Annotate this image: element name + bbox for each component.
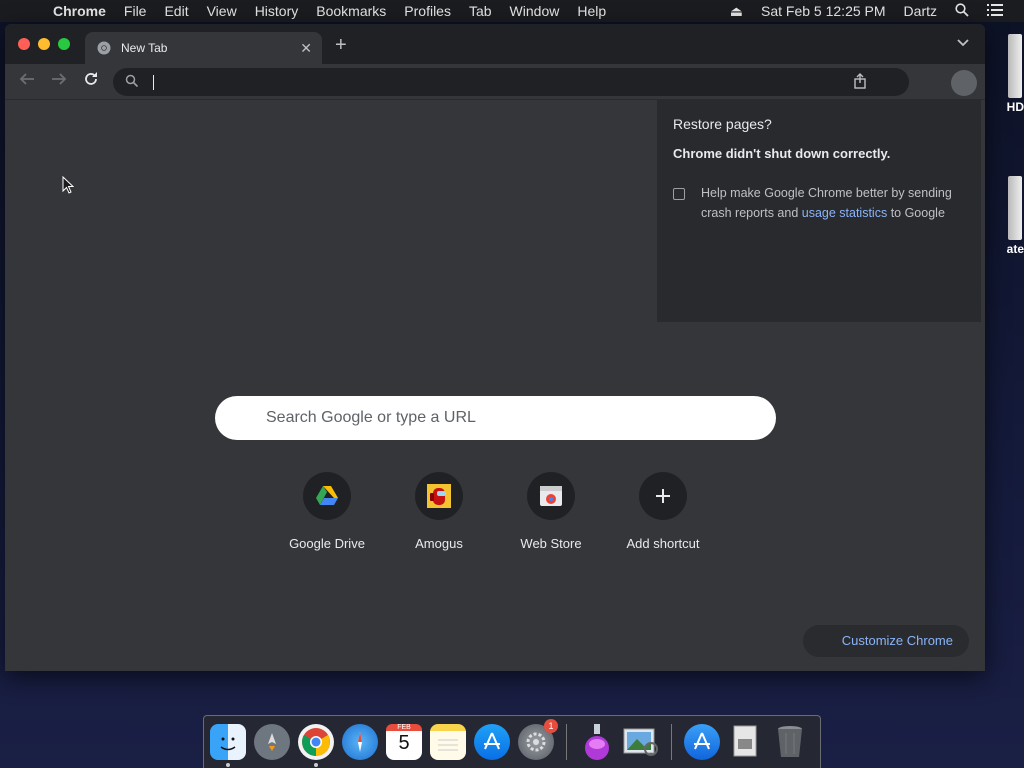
new-tab-button[interactable]: + xyxy=(335,34,347,57)
documents-stack-icon[interactable] xyxy=(728,724,764,760)
chrome-window: New Tab ✕ + Restore pages? Chrome didn't… xyxy=(5,24,985,671)
hard-drive-icon xyxy=(1008,34,1022,98)
tab-new-tab[interactable]: New Tab ✕ xyxy=(85,32,322,64)
close-window-button[interactable] xyxy=(18,38,30,50)
dock-separator xyxy=(671,724,672,760)
profile-avatar[interactable] xyxy=(951,70,977,96)
control-center-icon[interactable] xyxy=(978,3,1012,19)
menu-profiles[interactable]: Profiles xyxy=(395,0,460,22)
shortcut-web-store[interactable]: Web Store xyxy=(495,472,607,551)
maximize-window-button[interactable] xyxy=(58,38,70,50)
tab-search-chevron-icon[interactable] xyxy=(957,36,969,50)
finder-icon[interactable] xyxy=(210,724,246,767)
spotlight-search-icon[interactable] xyxy=(946,2,978,20)
restore-pages-bubble: Restore pages? Chrome didn't shut down c… xyxy=(657,100,981,322)
crash-report-text: Help make Google Chrome better by sendin… xyxy=(701,183,965,223)
customize-chrome-button[interactable]: Customize Chrome xyxy=(803,625,969,657)
system-preferences-icon[interactable]: 1 xyxy=(518,719,558,760)
shortcut-label: Add shortcut xyxy=(626,536,700,551)
launchpad-icon[interactable] xyxy=(254,724,290,760)
crash-report-text-suffix: to Google xyxy=(887,206,945,220)
desktop-drive-hd[interactable]: HD xyxy=(980,34,1024,114)
running-indicator xyxy=(226,763,230,767)
drive-icon xyxy=(1008,176,1022,240)
close-tab-icon[interactable]: ✕ xyxy=(300,40,312,57)
crash-report-checkbox[interactable] xyxy=(673,188,685,200)
desktop-drive-label: HD xyxy=(1006,100,1024,114)
menu-datetime[interactable]: Sat Feb 5 12:25 PM xyxy=(752,3,895,19)
address-bar[interactable] xyxy=(113,68,909,96)
desktop-drive-2[interactable]: ate xyxy=(980,176,1024,256)
notification-badge: 1 xyxy=(544,719,558,733)
restore-message: Chrome didn't shut down correctly. xyxy=(673,146,891,161)
google-drive-icon xyxy=(303,472,351,520)
eject-icon[interactable]: ⏏ xyxy=(721,3,752,20)
menu-status-area: ⏏ Sat Feb 5 12:25 PM Dartz xyxy=(721,3,1024,20)
menu-window[interactable]: Window xyxy=(501,0,569,22)
calendar-day: 5 xyxy=(398,732,410,754)
google-search-box[interactable]: Search Google or type a URL xyxy=(215,396,776,440)
tab-title: New Tab xyxy=(121,41,168,55)
add-shortcut-button[interactable]: Add shortcut xyxy=(607,472,719,551)
menu-history[interactable]: History xyxy=(246,0,308,22)
shortcut-label: Amogus xyxy=(415,536,463,551)
shortcut-label: Web Store xyxy=(520,536,582,551)
amogus-icon xyxy=(415,472,463,520)
mouse-cursor-icon xyxy=(62,175,75,199)
shortcut-amogus[interactable]: Amogus xyxy=(383,472,495,551)
omnibox-search-icon xyxy=(125,74,139,93)
dock: FEB 5 1 xyxy=(203,715,821,768)
menu-help[interactable]: Help xyxy=(568,0,615,22)
safari-icon[interactable] xyxy=(342,724,378,760)
crash-report-option: Help make Google Chrome better by sendin… xyxy=(673,183,965,223)
chrome-favicon-icon xyxy=(97,41,111,55)
menu-bar: Chrome File Edit View History Bookmarks … xyxy=(0,0,1024,22)
tab-strip: New Tab ✕ + xyxy=(5,24,985,64)
reload-icon[interactable] xyxy=(83,71,99,92)
menu-tab[interactable]: Tab xyxy=(460,0,501,22)
menu-file[interactable]: File xyxy=(115,0,156,22)
applications-folder-icon[interactable] xyxy=(684,724,720,760)
plus-icon xyxy=(639,472,687,520)
menu-view[interactable]: View xyxy=(198,0,246,22)
minimize-window-button[interactable] xyxy=(38,38,50,50)
menu-user[interactable]: Dartz xyxy=(895,3,946,19)
shortcut-label: Google Drive xyxy=(289,536,365,551)
back-arrow-icon[interactable] xyxy=(19,71,35,92)
restore-title: Restore pages? xyxy=(673,116,772,132)
share-icon[interactable] xyxy=(853,73,867,94)
menu-app-name[interactable]: Chrome xyxy=(44,0,115,22)
dock-separator xyxy=(566,724,567,760)
app-store-icon[interactable] xyxy=(474,724,510,760)
forward-arrow-icon[interactable] xyxy=(51,71,67,92)
shortcut-google-drive[interactable]: Google Drive xyxy=(271,472,383,551)
trash-icon[interactable] xyxy=(772,724,808,760)
running-indicator xyxy=(314,763,318,767)
menu-bookmarks[interactable]: Bookmarks xyxy=(307,0,395,22)
notes-icon[interactable] xyxy=(430,724,466,760)
calendar-icon[interactable]: FEB 5 xyxy=(386,724,422,760)
menu-edit[interactable]: Edit xyxy=(155,0,197,22)
web-store-icon xyxy=(527,472,575,520)
calendar-month: FEB xyxy=(386,724,422,731)
chrome-icon[interactable] xyxy=(298,724,334,767)
text-caret xyxy=(153,75,154,90)
new-tab-page: Restore pages? Chrome didn't shut down c… xyxy=(5,100,985,671)
downloads-folder-icon[interactable] xyxy=(579,724,615,760)
toolbar xyxy=(5,64,985,100)
preview-icon[interactable] xyxy=(623,724,659,760)
desktop-drive-label: ate xyxy=(1006,242,1024,256)
usage-statistics-link[interactable]: usage statistics xyxy=(802,206,887,220)
window-controls xyxy=(18,38,70,50)
